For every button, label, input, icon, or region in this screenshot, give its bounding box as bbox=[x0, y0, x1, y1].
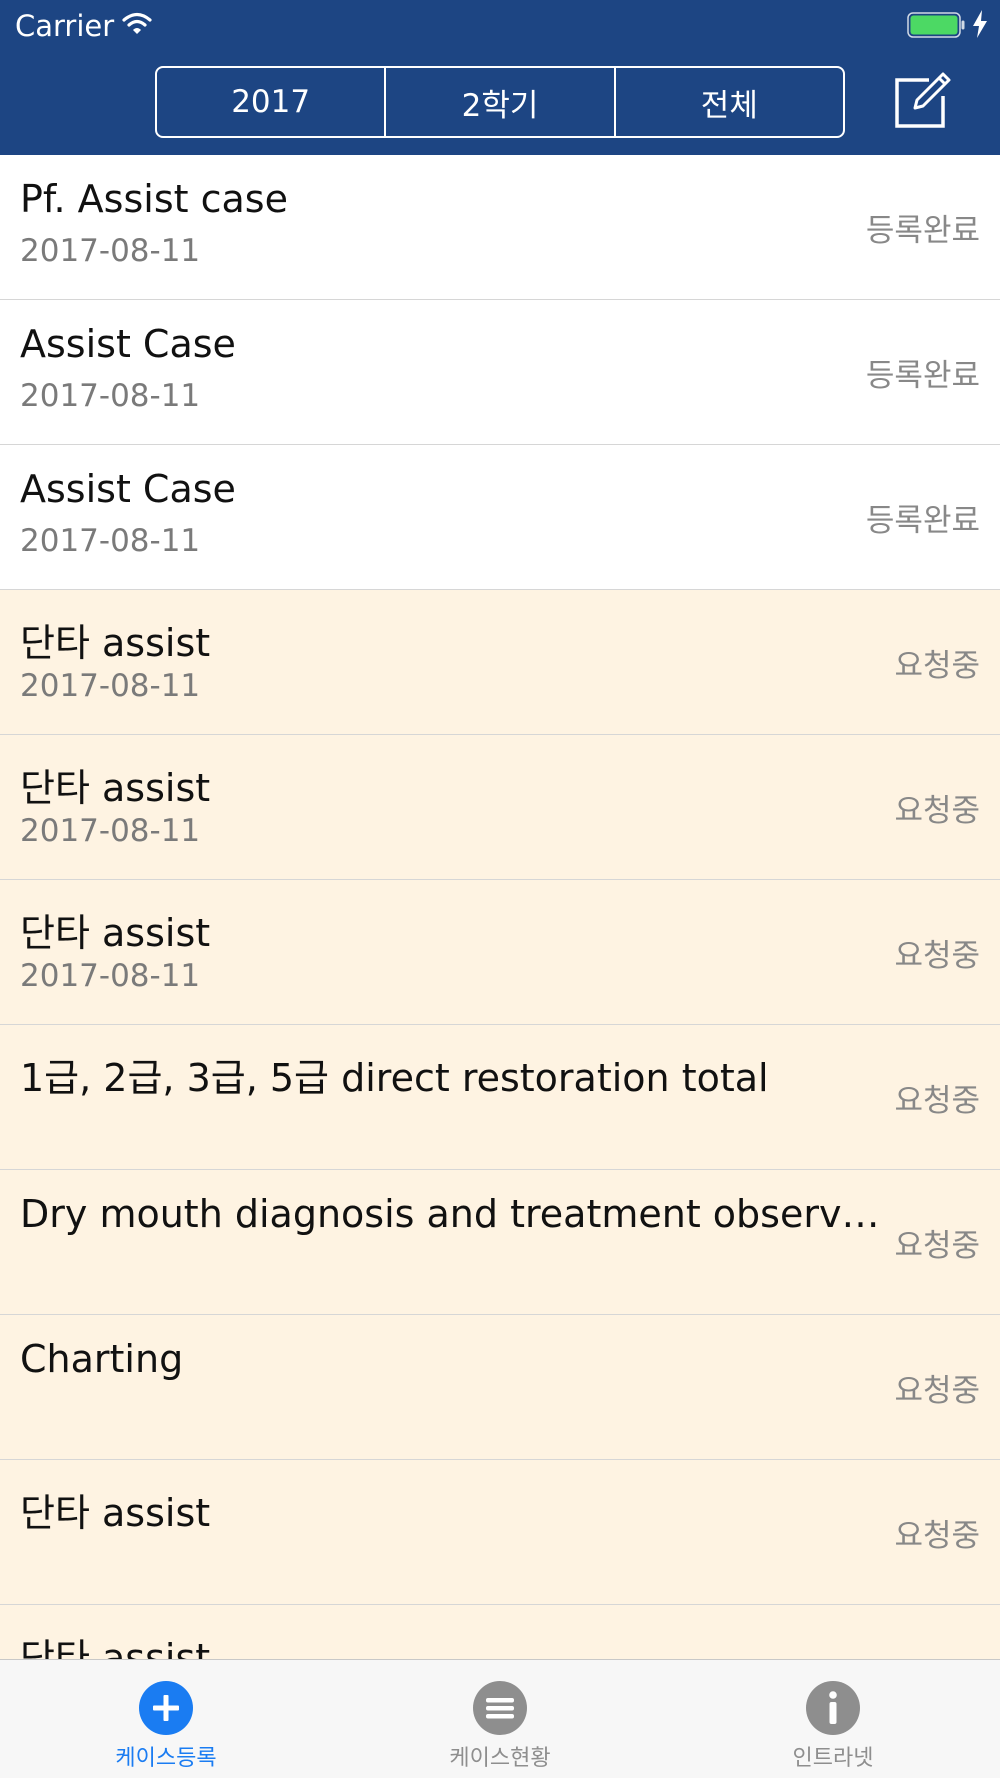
case-row[interactable]: 단타 assist 2017-08-11 요청중 bbox=[0, 735, 1000, 880]
case-title: 단타 assist bbox=[20, 1491, 211, 1535]
tab-case-register[interactable]: 케이스등록 bbox=[46, 1660, 286, 1778]
case-status: 요청중 bbox=[894, 1083, 980, 1119]
case-date: 2017-08-11 bbox=[20, 233, 201, 269]
case-row[interactable]: Pf. Assist case 2017-08-11 등록완료 bbox=[0, 155, 1000, 300]
charging-bolt-icon bbox=[973, 10, 987, 38]
case-row[interactable]: 단타 assist bbox=[0, 1605, 1000, 1659]
case-status: 등록완료 bbox=[865, 213, 980, 249]
case-title: Dry mouth diagnosis and treatment observ… bbox=[20, 1192, 880, 1236]
tab-label: 인트라넷 bbox=[792, 1746, 874, 1771]
case-status: 요청중 bbox=[894, 793, 980, 829]
case-title: 단타 assist bbox=[20, 621, 211, 665]
case-date: 2017-08-11 bbox=[20, 378, 201, 414]
plus-circle-icon bbox=[139, 1681, 193, 1735]
case-date: 2017-08-11 bbox=[20, 523, 201, 559]
case-title: Charting bbox=[20, 1337, 184, 1381]
filter-segmented-control: 2017 2학기 전체 bbox=[155, 66, 845, 138]
case-status: 등록완료 bbox=[865, 503, 980, 539]
app-header: Carrier 2017 2학기 전체 bbox=[0, 0, 1000, 155]
case-title: 단타 assist bbox=[20, 911, 211, 955]
tab-case-status[interactable]: 케이스현황 bbox=[380, 1660, 620, 1778]
compose-icon[interactable] bbox=[893, 68, 955, 130]
tab-intranet[interactable]: 인트라넷 bbox=[713, 1660, 953, 1778]
semester-filter-segment[interactable]: 2학기 bbox=[386, 68, 616, 136]
case-status: 요청중 bbox=[894, 938, 980, 974]
case-title: Pf. Assist case bbox=[20, 177, 288, 221]
case-title: 1급, 2급, 3급, 5급 direct restoration total bbox=[20, 1056, 769, 1100]
case-row[interactable]: Charting 요청중 bbox=[0, 1315, 1000, 1460]
case-row[interactable]: Dry mouth diagnosis and treatment observ… bbox=[0, 1170, 1000, 1315]
case-row[interactable]: Assist Case 2017-08-11 등록완료 bbox=[0, 300, 1000, 445]
case-status: 등록완료 bbox=[865, 358, 980, 394]
case-title: Assist Case bbox=[20, 467, 236, 511]
case-list: Pf. Assist case 2017-08-11 등록완료 Assist C… bbox=[0, 155, 1000, 1659]
tab-label: 케이스현황 bbox=[449, 1746, 551, 1771]
case-status: 요청중 bbox=[894, 1518, 980, 1554]
case-row[interactable]: Assist Case 2017-08-11 등록완료 bbox=[0, 445, 1000, 590]
case-row[interactable]: 1급, 2급, 3급, 5급 direct restoration total … bbox=[0, 1025, 1000, 1170]
case-row[interactable]: 단타 assist 요청중 bbox=[0, 1460, 1000, 1605]
case-date: 2017-08-11 bbox=[20, 958, 201, 994]
case-date: 2017-08-11 bbox=[20, 813, 201, 849]
wifi-icon bbox=[122, 12, 152, 34]
carrier-label: Carrier bbox=[15, 9, 115, 43]
case-status: 요청중 bbox=[894, 648, 980, 684]
year-filter-segment[interactable]: 2017 bbox=[157, 68, 387, 136]
case-title: 단타 assist bbox=[20, 766, 211, 810]
case-status: 요청중 bbox=[894, 1228, 980, 1264]
tab-label: 케이스등록 bbox=[115, 1746, 217, 1771]
info-circle-icon bbox=[806, 1681, 860, 1735]
scope-filter-segment[interactable]: 전체 bbox=[616, 68, 843, 136]
case-row[interactable]: 단타 assist 2017-08-11 요청중 bbox=[0, 880, 1000, 1025]
case-title: Assist Case bbox=[20, 322, 236, 366]
case-status: 요청중 bbox=[894, 1373, 980, 1409]
tab-bar: 케이스등록 케이스현황 인트라넷 bbox=[0, 1659, 1000, 1778]
case-date: 2017-08-11 bbox=[20, 668, 201, 704]
case-title: 단타 assist bbox=[20, 1636, 211, 1659]
list-circle-icon bbox=[473, 1681, 527, 1735]
battery-icon bbox=[907, 12, 965, 38]
status-bar: Carrier bbox=[0, 0, 1000, 50]
case-row[interactable]: 단타 assist 2017-08-11 요청중 bbox=[0, 590, 1000, 735]
